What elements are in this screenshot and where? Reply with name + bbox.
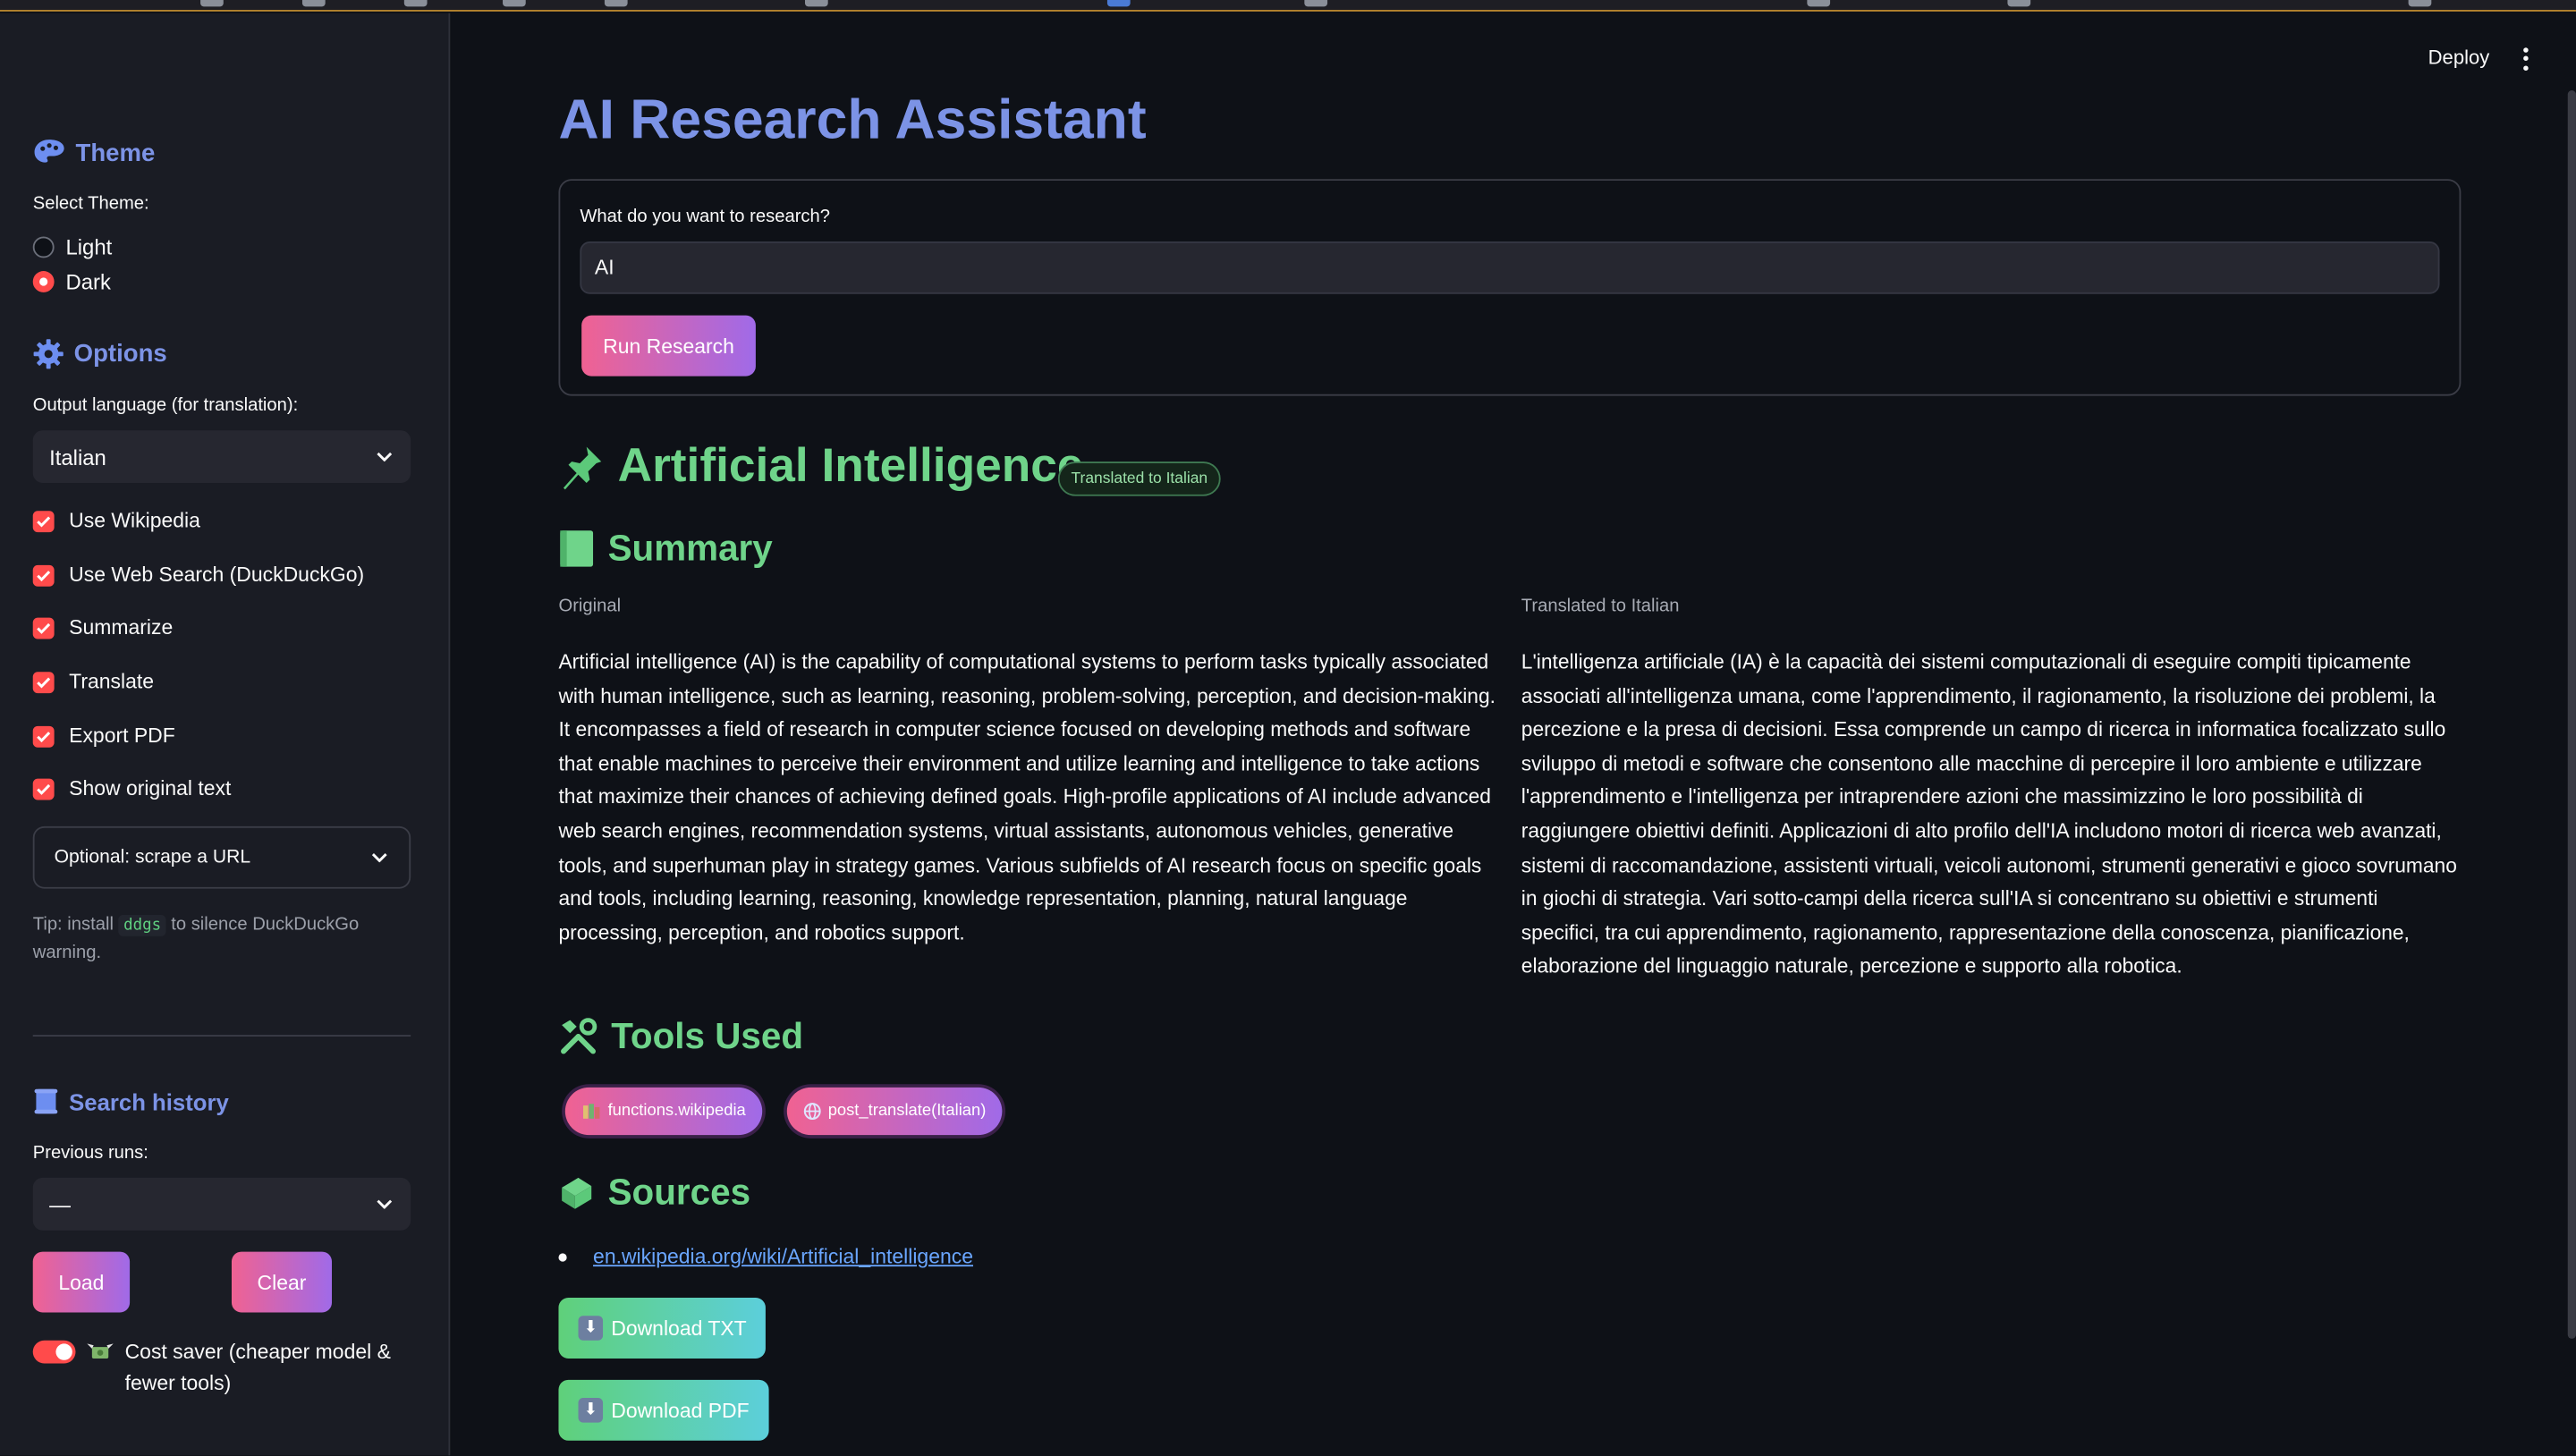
chevron-down-icon	[375, 447, 394, 467]
tool-pill-wikipedia: functions.wikipedia	[564, 1087, 763, 1136]
bullet-icon	[558, 1252, 567, 1261]
checkbox-use-web-search[interactable]: Use Web Search (DuckDuckGo)	[32, 560, 411, 589]
checkbox-label: Show original text	[69, 776, 232, 800]
previous-runs-select[interactable]: —	[32, 1177, 411, 1231]
download-arrow-icon: ⬇	[578, 1316, 604, 1341]
scrape-url-expander[interactable]: Optional: scrape a URL	[32, 825, 411, 889]
checkbox-summarize[interactable]: Summarize	[32, 613, 411, 642]
tools-title: Tools Used	[611, 1015, 804, 1056]
history-section-title: Search history	[33, 1088, 411, 1115]
clear-button[interactable]: Clear	[231, 1251, 333, 1313]
checkbox-show-original[interactable]: Show original text	[32, 774, 411, 803]
notebook-icon	[560, 530, 594, 567]
radio-dark-label: Dark	[65, 268, 111, 293]
browser-tab-strip	[0, 0, 2576, 12]
chevron-down-icon	[369, 848, 389, 868]
chevron-down-icon	[375, 1194, 394, 1214]
checkmark-icon[interactable]	[32, 510, 55, 532]
summary-heading: Summary	[558, 527, 773, 571]
pushpin-icon	[563, 445, 602, 489]
checkbox-translate[interactable]: Translate	[32, 667, 411, 697]
checkbox-label: Summarize	[69, 615, 174, 639]
checkbox-label: Export PDF	[69, 724, 175, 748]
tools-heading: Tools Used	[558, 1015, 803, 1058]
books-icon	[562, 1177, 592, 1209]
options-title: Options	[73, 340, 167, 368]
previous-runs-value: —	[49, 1191, 71, 1217]
output-language-label: Output language (for translation):	[32, 395, 299, 416]
sources-heading: Sources	[558, 1172, 750, 1215]
download-arrow-icon: ⬇	[578, 1398, 604, 1423]
topic-title: Artificial Intelligence	[617, 440, 1084, 494]
translated-badge: Translated to Italian	[1057, 461, 1221, 496]
checkmark-icon[interactable]	[32, 777, 55, 800]
checkmark-icon[interactable]	[32, 724, 55, 747]
theme-option-light[interactable]: Light	[32, 230, 411, 263]
checkbox-label: Translate	[69, 670, 155, 694]
radio-light-label: Light	[65, 233, 113, 259]
checkbox-label: Use Web Search (DuckDuckGo)	[69, 563, 365, 587]
globe-icon	[803, 1103, 821, 1120]
select-theme-label: Select Theme:	[32, 193, 149, 214]
theme-title: Theme	[75, 139, 156, 167]
options-section-title: Options	[33, 338, 411, 369]
download-pdf-button[interactable]: ⬇ Download PDF	[558, 1379, 769, 1441]
ddgs-tip: Tip: install ddgs to silence DuckDuckGo …	[32, 915, 360, 963]
previous-runs-label: Previous runs:	[32, 1143, 148, 1164]
checkmark-icon[interactable]	[32, 616, 55, 639]
tool-pill-translate: post_translate(Italian)	[786, 1087, 1003, 1136]
research-form: What do you want to research? AI Run Res…	[558, 179, 2462, 396]
palette-icon	[34, 140, 64, 163]
radio-light[interactable]	[32, 235, 55, 258]
load-button[interactable]: Load	[32, 1251, 131, 1313]
sidebar-divider	[32, 1035, 411, 1037]
download-pdf-label: Download PDF	[611, 1398, 750, 1422]
checkmark-icon[interactable]	[32, 563, 55, 586]
research-query-input[interactable]: AI	[580, 241, 2440, 294]
output-language-value: Italian	[49, 444, 106, 470]
download-txt-button[interactable]: ⬇ Download TXT	[558, 1297, 767, 1359]
gear-icon	[33, 339, 64, 369]
checkbox-use-wikipedia[interactable]: Use Wikipedia	[32, 506, 411, 536]
books-icon	[583, 1104, 600, 1119]
page-title: AI Research Assistant	[558, 89, 1147, 151]
history-title: Search history	[69, 1088, 229, 1115]
theme-option-dark[interactable]: Dark	[32, 265, 411, 298]
run-research-button[interactable]: Run Research	[581, 315, 756, 377]
tools-icon	[561, 1018, 597, 1054]
page-scrollbar[interactable]	[2567, 90, 2576, 1339]
source-link[interactable]: en.wikipedia.org/wiki/Artificial_intelli…	[593, 1245, 973, 1268]
checkbox-label: Use Wikipedia	[69, 509, 200, 533]
checkbox-export-pdf[interactable]: Export PDF	[32, 721, 411, 750]
money-wings-icon	[87, 1343, 114, 1359]
sidebar: Theme Select Theme: Light Dark Options O…	[0, 13, 451, 1456]
cost-saver-toggle[interactable]	[32, 1340, 76, 1364]
theme-section-title: Theme	[33, 138, 411, 167]
research-query-label: What do you want to research?	[580, 207, 830, 227]
original-summary-text: Artificial intelligence (AI) is the capa…	[558, 650, 1496, 944]
summary-title: Summary	[607, 527, 773, 569]
output-language-select[interactable]: Italian	[32, 430, 411, 483]
topic-heading: Artificial Intelligence	[558, 440, 1084, 495]
scrape-url-label: Optional: scrape a URL	[54, 847, 251, 868]
sources-title: Sources	[607, 1171, 751, 1213]
scroll-icon	[34, 1088, 58, 1114]
download-txt-label: Download TXT	[611, 1316, 747, 1340]
cost-saver-toggle-row[interactable]: Cost saver (cheaper model & fewer tools)	[32, 1337, 411, 1400]
original-column-header: Original	[558, 596, 622, 616]
radio-dark[interactable]	[32, 270, 55, 292]
main-menu-icon[interactable]	[2515, 46, 2535, 72]
translated-summary-text: L'intelligenza artificiale (IA) è la cap…	[1521, 650, 2457, 978]
ddgs-code: ddgs	[118, 915, 166, 936]
deploy-button[interactable]: Deploy	[2428, 46, 2490, 69]
source-list-item: en.wikipedia.org/wiki/Artificial_intelli…	[558, 1245, 973, 1268]
translated-column-header: Translated to Italian	[1521, 596, 1680, 616]
cost-saver-label: Cost saver (cheaper model & fewer tools)	[124, 1340, 391, 1395]
checkmark-icon[interactable]	[32, 671, 55, 693]
tool-pill-label: functions.wikipedia	[607, 1102, 746, 1121]
tool-pill-label: post_translate(Italian)	[827, 1102, 987, 1121]
